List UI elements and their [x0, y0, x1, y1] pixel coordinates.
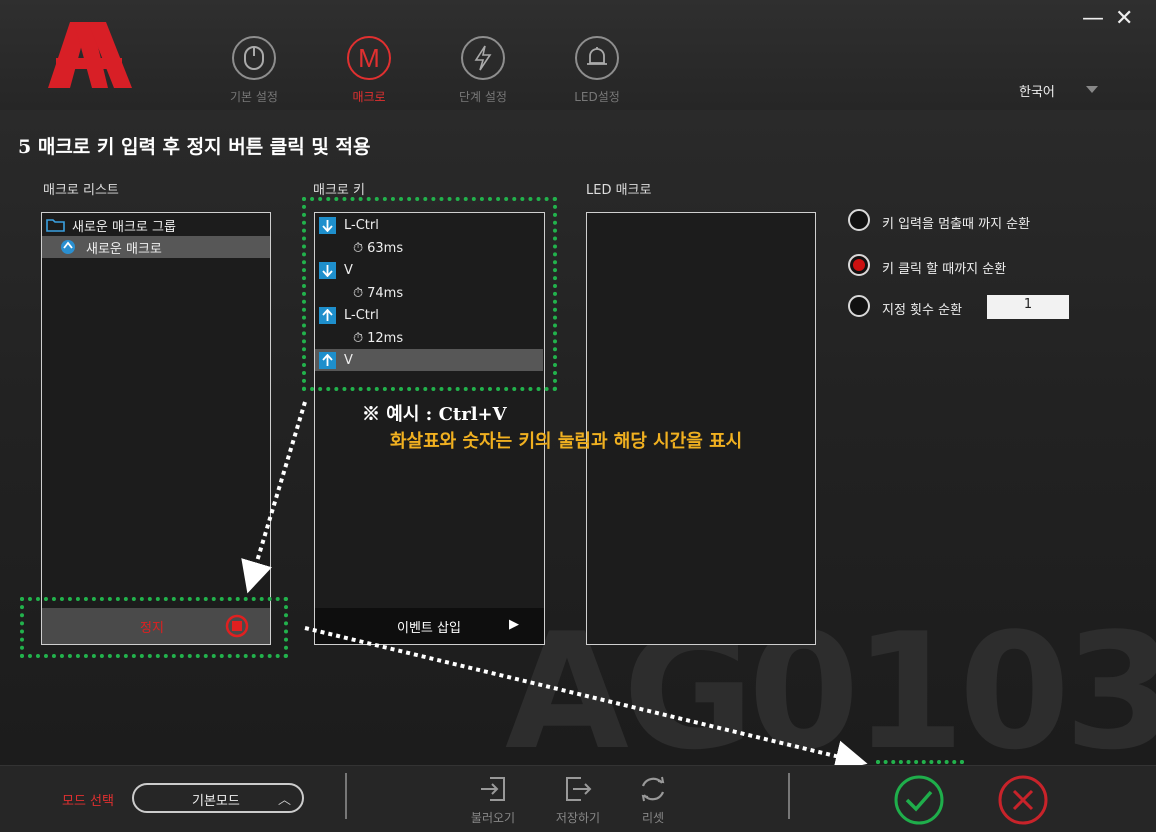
arrow-to-apply	[304, 626, 868, 772]
annotation-arrows	[241, 401, 868, 772]
save-button[interactable]: 저장하기	[543, 774, 613, 826]
footer-divider	[345, 773, 347, 819]
arrow-to-stop	[241, 401, 307, 594]
export-icon	[566, 777, 592, 801]
cancel-x-button[interactable]	[997, 774, 1049, 826]
import-icon	[481, 777, 505, 801]
chevron-up-icon: ︿	[278, 793, 292, 808]
load-label: 불러오기	[470, 811, 516, 825]
load-button[interactable]: 불러오기	[458, 774, 528, 826]
mode-select-label: 모드 선택	[62, 794, 114, 809]
apply-check-button[interactable]	[893, 774, 945, 826]
reset-button[interactable]: 리셋	[618, 774, 688, 826]
refresh-icon	[641, 776, 665, 802]
mode-select-dropdown[interactable]: 기본모드 ︿	[132, 783, 304, 813]
save-label: 저장하기	[555, 811, 601, 825]
mode-value: 기본모드	[192, 794, 240, 809]
reset-label: 리셋	[641, 811, 665, 825]
footer-divider	[788, 773, 790, 819]
